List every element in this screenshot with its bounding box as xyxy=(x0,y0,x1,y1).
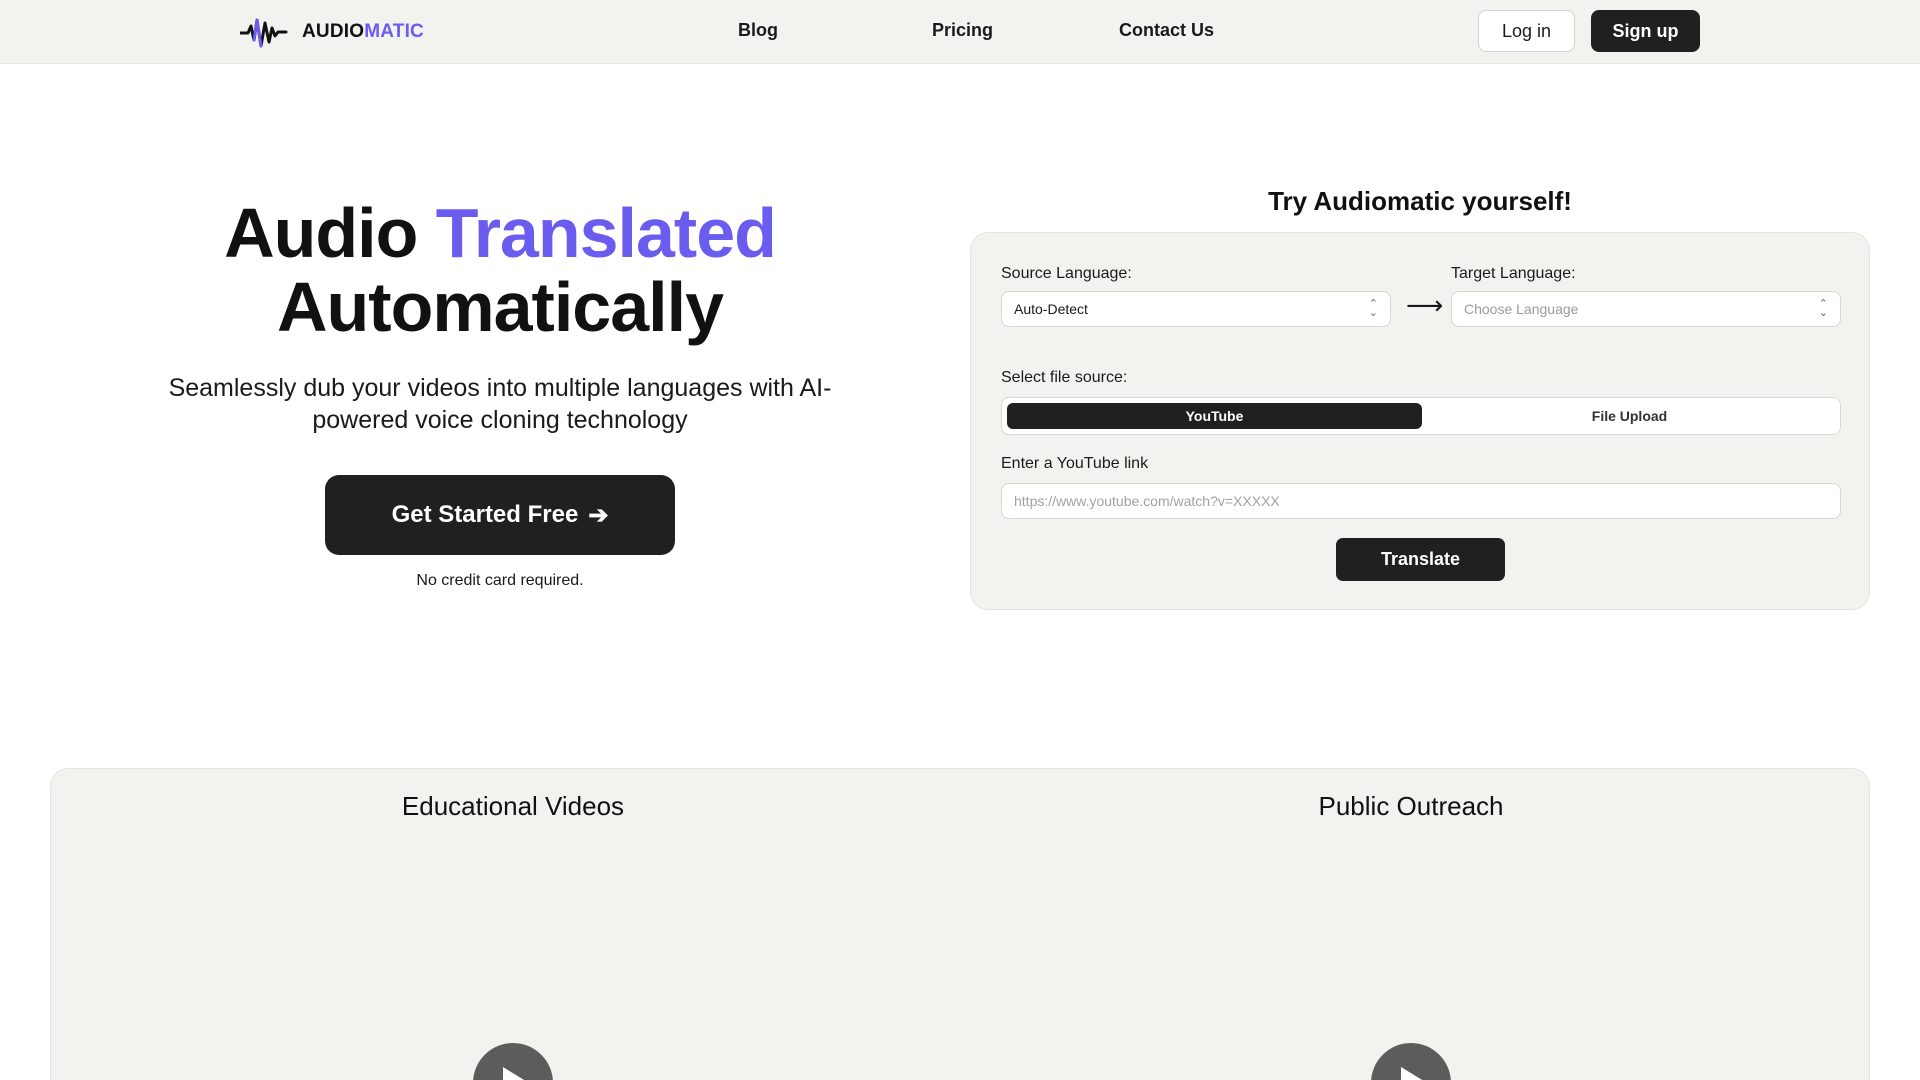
arrow-right-icon: ➔ xyxy=(588,501,609,529)
brand-name-part-a: AUDIO xyxy=(302,21,365,42)
no-credit-card-note: No credit card required. xyxy=(416,572,584,589)
hero-title-word-audio: Audio xyxy=(224,194,418,272)
tab-youtube[interactable]: YouTube xyxy=(1007,403,1422,429)
case-title-public-outreach: Public Outreach xyxy=(1318,791,1504,821)
brand-logo[interactable]: AUDIOMATIC xyxy=(240,14,424,50)
try-panel: Source Language: Auto-Detect ⌃ ⌄ ⟶ Target… xyxy=(970,232,1870,610)
brand-name: AUDIOMATIC xyxy=(302,21,424,43)
target-language-placeholder: Choose Language xyxy=(1464,301,1579,317)
tab-file-upload[interactable]: File Upload xyxy=(1422,403,1837,429)
case-title-educational: Educational Videos xyxy=(401,791,625,821)
try-title: Try Audiomatic yourself! xyxy=(1268,186,1572,216)
hero-title: Audio Translated Automatically xyxy=(100,196,900,344)
file-source-label: Select file source: xyxy=(1001,369,1128,386)
source-language-label: Source Language: xyxy=(1001,265,1132,282)
nav-link-contact[interactable]: Contact Us xyxy=(1119,20,1214,41)
target-language-select[interactable]: Choose Language ⌃ ⌄ xyxy=(1451,291,1841,327)
source-language-value: Auto-Detect xyxy=(1014,301,1088,317)
arrow-right-icon: ⟶ xyxy=(1406,290,1444,320)
youtube-link-input[interactable] xyxy=(1001,483,1841,519)
signup-button[interactable]: Sign up xyxy=(1591,10,1700,52)
hero-subtitle: Seamlessly dub your videos into multiple… xyxy=(168,374,832,434)
login-button[interactable]: Log in xyxy=(1478,10,1575,52)
hero-title-accent: Translated xyxy=(435,194,777,272)
top-nav: AUDIOMATIC Blog Pricing Contact Us Log i… xyxy=(0,0,1920,64)
brand-name-part-b: MATIC xyxy=(364,21,424,42)
chevron-up-down-icon: ⌃ ⌄ xyxy=(1368,298,1378,319)
play-icon[interactable] xyxy=(473,1043,553,1080)
get-started-label: Get Started Free xyxy=(391,501,579,528)
source-language-select[interactable]: Auto-Detect ⌃ ⌄ xyxy=(1001,291,1391,327)
hero-title-word-automatically: Automatically xyxy=(277,268,724,346)
play-icon[interactable] xyxy=(1371,1043,1451,1080)
use-cases-section: Educational Videos Public Outreach xyxy=(50,768,1870,1080)
file-source-toggle: YouTube File Upload xyxy=(1001,397,1841,435)
get-started-button[interactable]: Get Started Free ➔ xyxy=(325,475,675,555)
waveform-icon xyxy=(240,18,288,48)
target-language-label: Target Language: xyxy=(1451,265,1576,282)
chevron-up-down-icon: ⌃ ⌄ xyxy=(1818,298,1828,319)
translate-button[interactable]: Translate xyxy=(1336,538,1505,581)
nav-link-blog[interactable]: Blog xyxy=(738,20,778,41)
youtube-link-label: Enter a YouTube link xyxy=(1001,455,1149,472)
nav-link-pricing[interactable]: Pricing xyxy=(932,20,993,41)
